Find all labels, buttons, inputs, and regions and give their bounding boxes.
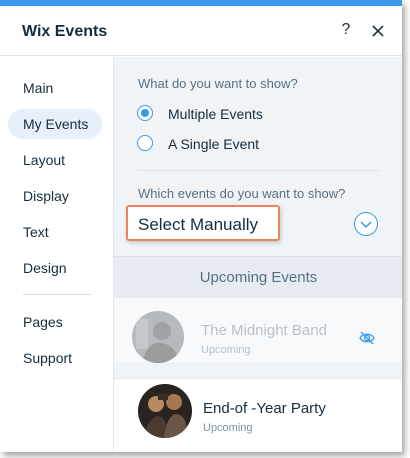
tab-upcoming-events[interactable]: Upcoming Events [114,256,402,298]
sidebar-item-layout[interactable]: Layout [8,145,102,175]
radio-label-single-event: A Single Event [168,136,260,152]
radio-label-multiple-events: Multiple Events [168,106,263,122]
chevron-down-icon[interactable] [354,212,378,236]
my-events-content: What do you want to show? Multiple Event… [113,57,402,452]
section-divider [138,170,380,171]
radio-button-unchecked[interactable] [137,135,153,151]
event-row-midnight-band[interactable]: The Midnight Band Upcoming [114,298,402,363]
event-status: Upcoming [201,344,251,356]
sidebar-item-main[interactable]: Main [8,73,102,103]
event-status: Upcoming [203,422,253,434]
sidebar-divider [23,294,91,295]
sidebar-item-text[interactable]: Text [8,217,102,247]
sidebar-item-pages[interactable]: Pages [8,307,102,337]
event-name: End-of -Year Party [203,400,326,417]
wix-events-settings-panel: Wix Events ? Main My Events Layout Displ… [0,0,402,452]
radio-multiple-events[interactable]: Multiple Events [137,104,297,124]
sidebar-item-my-events[interactable]: My Events [8,109,102,139]
sidebar-nav: Main My Events Layout Display Text Desig… [0,57,113,452]
help-button[interactable]: ? [338,21,354,41]
selection-mode-dropdown[interactable]: Select Manually [126,205,280,241]
sidebar-item-support[interactable]: Support [8,343,102,373]
selection-mode-value: Select Manually [138,215,259,234]
event-avatar [132,311,184,363]
hidden-eye-icon[interactable] [358,329,376,347]
sidebar-item-design[interactable]: Design [8,253,102,283]
panel-title: Wix Events [22,23,108,40]
panel-header: Wix Events ? [0,6,402,56]
radio-button-checked[interactable] [137,105,153,121]
show-question-label: What do you want to show? [138,76,298,91]
close-icon[interactable] [370,23,386,39]
which-events-label: Which events do you want to show? [138,186,346,201]
event-row-end-of-year-party[interactable]: End-of -Year Party Upcoming [114,378,402,452]
sidebar-item-display[interactable]: Display [8,181,102,211]
event-avatar [138,384,192,438]
event-name: The Midnight Band [201,322,327,339]
radio-single-event[interactable]: A Single Event [137,134,297,154]
